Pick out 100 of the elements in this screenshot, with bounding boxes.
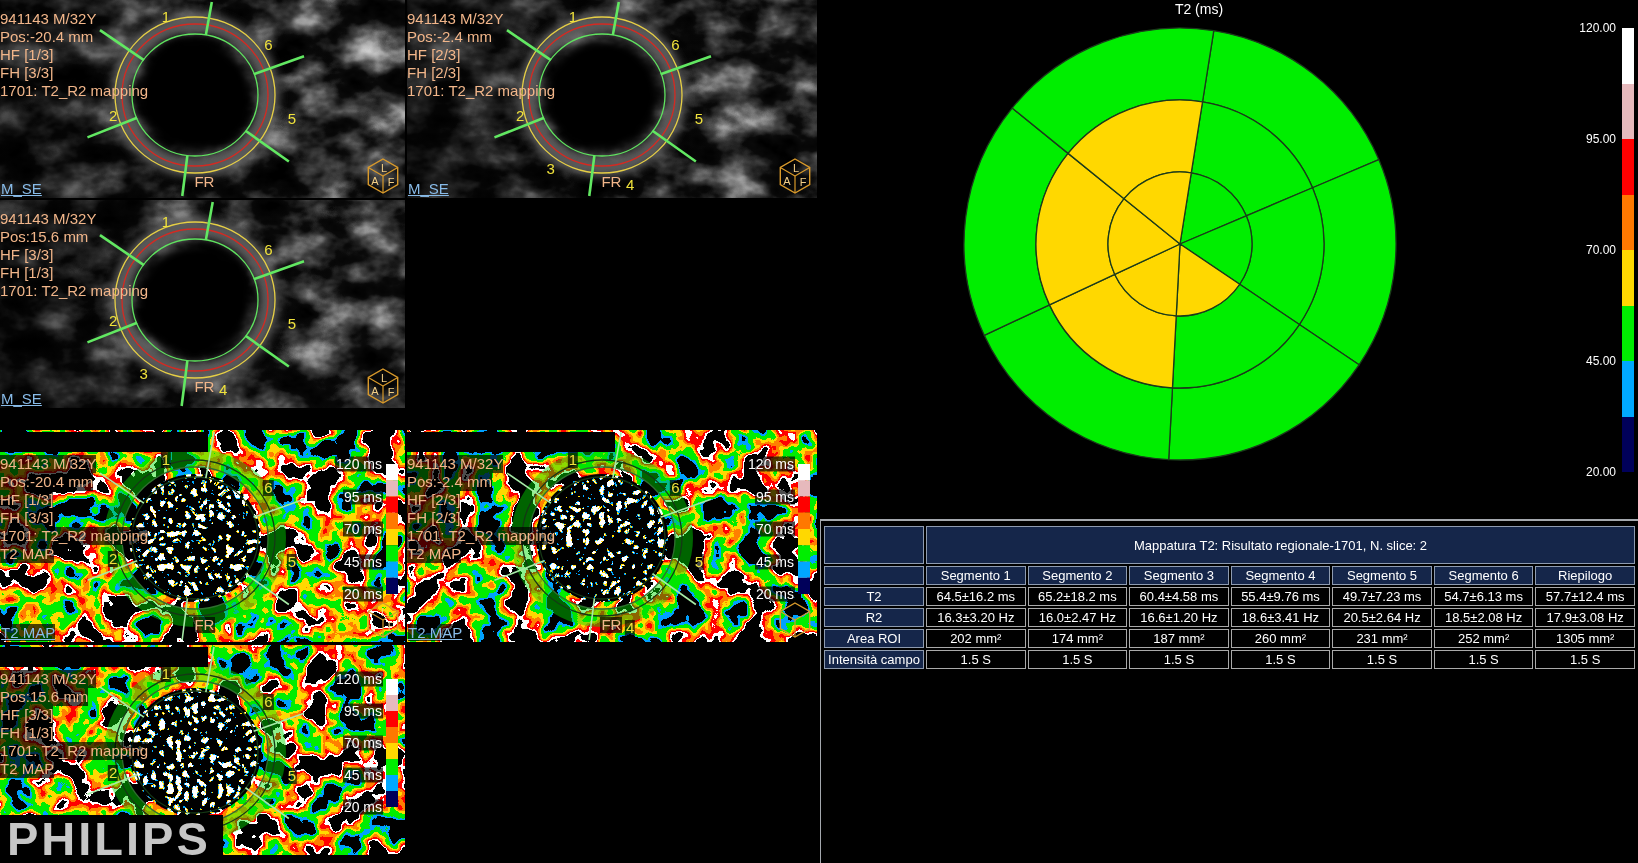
scale-tick-label: 95.00 (1585, 131, 1616, 147)
image-info-text: HF [1/3] (0, 46, 54, 64)
segment-divider-line (99, 686, 145, 718)
column-header: Segmento 5 (1332, 566, 1432, 585)
segment-label: 2 (107, 313, 119, 330)
segment-divider-line (253, 260, 305, 281)
column-header: Segmento 3 (1129, 566, 1229, 585)
segment-divider-line (612, 431, 622, 479)
image-info-text: FH [3/3] (0, 64, 54, 82)
image-info-text: HF [3/3] (0, 706, 54, 724)
orientation-letter: L (380, 606, 388, 618)
segment-label: FR (193, 378, 216, 395)
table-cell: 252 mm² (1433, 629, 1534, 648)
segment-divider-line (660, 55, 712, 76)
row-header: T2 (824, 587, 924, 606)
image-info-text: FH [3/3] (0, 509, 54, 527)
segment-label: 4 (217, 381, 229, 398)
image-info-text: 1701: T2_R2 mapping (0, 742, 149, 760)
segment-label: 4 (624, 176, 636, 193)
table-cell: 174 mm² (1027, 629, 1128, 648)
series-link[interactable]: M_SE (1, 180, 42, 197)
table-cell: 1.5 S (1535, 650, 1635, 669)
segment-label: 4 (624, 619, 636, 636)
segment-divider-line (588, 597, 596, 641)
scale-tick-label: 95 ms (754, 489, 795, 504)
segment-divider-line (659, 498, 712, 518)
table-cell: 187 mm² (1129, 629, 1229, 648)
column-header: Segmento 4 (1230, 566, 1331, 585)
segment-label: 6 (670, 36, 681, 53)
segment-divider-line (205, 431, 215, 479)
orientation-letter: F (387, 176, 395, 188)
table-cell: 1.5 S (1027, 650, 1128, 669)
segment-divider-line (651, 572, 697, 606)
segment-label: FR (193, 173, 216, 190)
segment-divider-line (244, 129, 290, 163)
segment-label: 5 (286, 315, 298, 332)
segment-label: FR (600, 173, 623, 190)
table-title: Mappatura T2: Risultato regionale-1701, N. slice: 2 (926, 526, 1635, 564)
scale-tick-label: 20 ms (342, 799, 383, 815)
table-cell: 18.5±2.08 Hz (1433, 608, 1534, 627)
segment-label: 5 (286, 110, 298, 127)
row-header: Area ROI (824, 629, 924, 648)
segment-label: 2 (107, 551, 119, 568)
segment-divider-line (506, 472, 552, 504)
image-info-text: 1701: T2_R2 mapping (0, 527, 149, 545)
row-header: R2 (824, 608, 924, 627)
orientation-letter: L (380, 372, 388, 384)
scale-tick-label: 70 ms (754, 521, 795, 537)
table-cell: 202 mm² (926, 629, 1026, 648)
table-cell: 18.6±3.41 Hz (1230, 608, 1331, 627)
column-header: Riepilogo (1535, 566, 1635, 585)
segment-label: 2 (107, 108, 119, 125)
segment-divider-line (99, 472, 145, 504)
segment-label: 1 (567, 452, 579, 469)
image-info-text: Pos:-20.4 mm (0, 28, 94, 46)
image-info-text: Pos:15.6 mm (0, 228, 89, 246)
series-link[interactable]: M_SE (408, 180, 449, 197)
image-info-text: 941143 M/32Y (0, 10, 97, 28)
segment-divider-line (181, 597, 189, 641)
image-info-text: 941143 M/32Y (407, 10, 504, 28)
series-link[interactable]: M_SE (1, 390, 42, 407)
segment-divider-line (252, 498, 305, 518)
scale-tick-label: 20.00 (1585, 464, 1616, 480)
table-cell: 57.7±12.4 ms (1535, 587, 1635, 606)
segment-label: 1 (160, 214, 172, 231)
table-cell: 1.5 S (1332, 650, 1432, 669)
orientation-letter: L (380, 162, 388, 174)
segment-divider-line (506, 29, 552, 62)
segment-label: 5 (693, 110, 705, 127)
scale-tick-label: 45 ms (342, 767, 383, 783)
table-cell: 1.5 S (1129, 650, 1229, 669)
segment-label: 1 (567, 9, 579, 26)
image-info-text: FH [1/3] (0, 724, 54, 742)
segment-divider-line (99, 29, 145, 62)
segment-divider-line (99, 234, 145, 267)
orientation-letter: A (371, 175, 379, 187)
table-cell: 55.4±9.76 ms (1230, 587, 1331, 606)
table-cell: 1.5 S (1230, 650, 1331, 669)
segment-divider-line (204, 1, 214, 36)
segment-label: 2 (107, 765, 119, 782)
table-cell: 231 mm² (1332, 629, 1432, 648)
segment-label: 3 (138, 366, 149, 383)
segment-divider-line (180, 360, 189, 407)
column-header: Segmento 2 (1027, 566, 1128, 585)
orientation-letter: A (783, 175, 791, 187)
segment-label: 6 (263, 36, 274, 53)
segment-label: 1 (160, 452, 172, 469)
segment-divider-line (252, 712, 305, 732)
scale-tick-label: 70 ms (342, 735, 383, 751)
scale-tick-label: 45 ms (342, 554, 383, 569)
column-header: Segmento 1 (926, 566, 1026, 585)
orientation-letter: A (371, 385, 379, 397)
segment-divider-line (244, 786, 290, 820)
image-info-text: HF [2/3] (407, 491, 461, 509)
segment-divider-line (493, 560, 545, 582)
scale-tick-label: 20 ms (754, 586, 795, 602)
image-info-text: HF [2/3] (407, 46, 461, 64)
table-cell: 1.5 S (926, 650, 1026, 669)
table-cell: 1.5 S (1433, 650, 1534, 669)
scale-tick-label: 70.00 (1585, 242, 1616, 258)
